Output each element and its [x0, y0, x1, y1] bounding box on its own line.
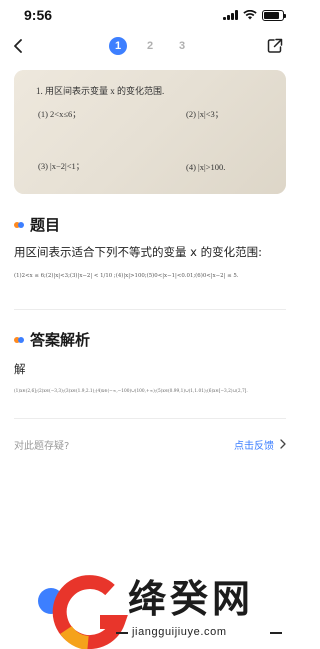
question-photo[interactable]: 1. 用区间表示变量 x 的变化范围. (1) 2<x≤6； (2) |x|<3…: [14, 70, 286, 194]
photo-item: (4) |x|>100.: [186, 162, 226, 172]
section-title-text: 答案解析: [30, 331, 91, 349]
answer-label: 解: [14, 362, 26, 376]
question-formula: (1)2<x ≤ 6;(2)|x|<3;(3)|x−2| < 1/10 ;(4)…: [14, 273, 239, 279]
battery-icon: [262, 9, 286, 21]
watermark: 绛癸网 jiangguijiuye.com: [0, 540, 300, 649]
share-button[interactable]: [264, 35, 286, 57]
section-dots-icon: [14, 335, 24, 345]
photo-heading: 1. 用区间表示变量 x 的变化范围.: [36, 86, 165, 96]
divider: [14, 418, 286, 419]
share-icon: [267, 38, 283, 53]
wifi-icon: [243, 10, 257, 20]
section-dots-icon: [14, 220, 24, 230]
divider: [14, 309, 286, 310]
status-bar: 9:56: [0, 0, 300, 30]
feedback-link[interactable]: 点击反馈: [234, 437, 286, 452]
answer-formula: (1)x∈(2,6];(2)x∈(−3,3);(3)x∈(1.9,2.1);(4…: [14, 389, 248, 394]
watermark-brand: 绛癸网: [128, 577, 255, 621]
photo-item: (2) |x|<3；: [186, 109, 224, 119]
question-section-title: 题目: [14, 214, 60, 235]
question-pager: 1 2 3: [109, 37, 191, 55]
watermark-logo-icon: [52, 575, 128, 649]
nav-bar: 1 2 3: [0, 30, 300, 62]
status-icons: [223, 9, 286, 21]
feedback-link-label: 点击反馈: [234, 440, 274, 452]
watermark-domain: jiangguijiuye.com: [132, 626, 227, 638]
photo-item: (3) |x−2|<1；: [38, 161, 85, 171]
page-3-button[interactable]: 3: [173, 37, 191, 55]
status-time: 9:56: [24, 7, 53, 23]
photo-item: (1) 2<x≤6；: [38, 109, 81, 119]
page-1-button[interactable]: 1: [109, 37, 127, 55]
page-2-button[interactable]: 2: [141, 37, 159, 55]
back-button[interactable]: [8, 35, 28, 57]
signal-icon: [223, 10, 238, 20]
question-text: 用区间表示适合下列不等式的变量 x 的变化范围:: [14, 245, 262, 259]
feedback-row: 对此题存疑? 点击反馈: [14, 434, 286, 454]
feedback-question: 对此题存疑?: [14, 440, 70, 452]
chevron-left-icon: [14, 39, 22, 53]
answer-section-title: 答案解析: [14, 329, 90, 350]
watermark-dash: [270, 632, 282, 634]
chevron-right-icon: [280, 439, 286, 449]
watermark-dash: [116, 632, 128, 634]
section-title-text: 题目: [30, 216, 61, 234]
